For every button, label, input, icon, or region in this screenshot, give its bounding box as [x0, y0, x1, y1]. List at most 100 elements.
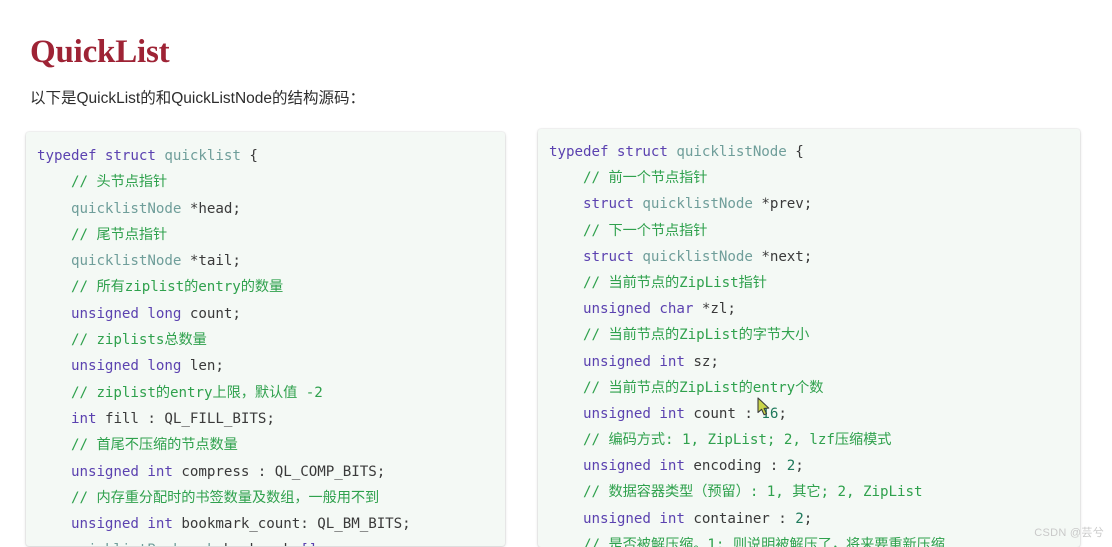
code-line: // 当前节点的ZipList的entry个数 [549, 375, 1080, 401]
code-token-kw: int [70, 410, 97, 427]
code-line: // 内存重分配时的书签数量及数组，一般用不到 [37, 485, 505, 511]
code-token-cmt: // 下一个节点指针 [582, 222, 708, 239]
code-token-kw: unsigned int [582, 510, 685, 527]
code-line: struct quicklistNode *next; [549, 244, 1080, 270]
code-token-pun: ; [266, 410, 275, 427]
code-token-brk: [] [300, 542, 317, 546]
code-line: // 所有ziplist的entry的数量 [37, 274, 505, 300]
code-line: // 尾节点指针 [37, 222, 505, 248]
code-token-id: QL_FILL_BITS [164, 410, 267, 427]
code-token-kw: unsigned int [70, 516, 173, 533]
code-line: // 前一个节点指针 [549, 165, 1080, 191]
code-token-pun [549, 249, 583, 265]
code-token-pun [549, 327, 583, 343]
code-token-pun [549, 301, 583, 317]
code-token-id: tail [198, 253, 233, 270]
code-token-pun [215, 542, 224, 546]
code-token-pun [693, 301, 702, 317]
code-token-pun [37, 516, 71, 532]
code-line: typedef struct quicklistNode { [549, 139, 1080, 165]
code-token-id: QL_BM_BITS [317, 516, 403, 533]
code-token-id: prev [769, 196, 804, 213]
code-token-pun [37, 174, 71, 190]
code-token-pun [37, 490, 71, 506]
code-token-id: bookmarks [224, 542, 300, 546]
code-token-id: sz [693, 353, 711, 370]
code-token-pun [37, 437, 71, 453]
code-token-pun [181, 306, 190, 322]
code-line: unsigned int container : 2; [549, 506, 1080, 532]
code-token-type: quicklistNode [70, 253, 182, 270]
code-token-pun [549, 354, 583, 370]
code-token-cmt: // 内存重分配时的书签数量及数组，一般用不到 [70, 489, 380, 506]
code-token-cmt: // ziplist的entry上限，默认值 -2 [70, 384, 323, 401]
code-line: // 当前节点的ZipList指针 [549, 270, 1080, 296]
code-token-pun [181, 201, 190, 217]
code-line: unsigned int count : 16; [549, 401, 1080, 427]
code-line: struct quicklistNode *prev; [549, 191, 1080, 217]
code-token-cmt: // 编码方式: 1, ZipList; 2, lzf压缩模式 [582, 432, 892, 449]
code-token-id: next [769, 248, 804, 265]
code-token-id: bookmark_count [181, 516, 301, 533]
code-line: int fill : QL_FILL_BITS; [37, 406, 505, 432]
code-token-pun [549, 380, 583, 396]
page-root: QuickList 以下是QuickList的和QuickListNode的结构… [0, 0, 1112, 547]
code-block-quicklistnode[interactable]: typedef struct quicklistNode { // 前一个节点指… [538, 129, 1080, 547]
code-token-pun: ; [803, 196, 813, 213]
code-token-id: compress [181, 463, 250, 480]
code-block-quicklist[interactable]: typedef struct quicklist { // 头节点指针 quic… [26, 132, 505, 546]
code-token-pun [181, 253, 190, 269]
code-token-pun: : [138, 410, 165, 427]
code-token-num: 16 [761, 405, 779, 422]
code-token-pun: ; [803, 248, 813, 265]
code-token-pun [37, 411, 71, 427]
code-token-type: quicklistNode [676, 144, 787, 160]
code-content-quicklistnode: typedef struct quicklistNode { // 前一个节点指… [549, 139, 1080, 547]
code-token-pun [37, 306, 71, 322]
code-token-id: zl [710, 301, 728, 318]
code-token-pun: ; [710, 353, 719, 370]
code-token-kw: unsigned long [70, 358, 182, 375]
code-token-pun [549, 406, 583, 422]
code-line: unsigned long count; [37, 301, 505, 327]
page-title: QuickList [30, 34, 170, 71]
code-line: unsigned int sz; [549, 349, 1080, 375]
code-line: // 下一个节点指针 [549, 218, 1080, 244]
code-token-pun [37, 332, 71, 348]
code-token-kw: unsigned char [582, 301, 694, 318]
code-line: // 是否被解压缩。1: 则说明被解压了，将来要重新压缩 [549, 532, 1080, 547]
code-token-type: quicklistNode [70, 200, 182, 217]
code-token-id: count [189, 305, 233, 322]
code-token-cmt: // 头节点指针 [70, 174, 168, 191]
code-token-pun: ; [232, 200, 241, 217]
code-line: // 数据容器类型（预留）: 1, 其它; 2, ZipList [549, 479, 1080, 505]
code-token-type: quicklistNode [642, 248, 753, 265]
intro-paragraph: 以下是QuickList的和QuickListNode的结构源码： [30, 89, 366, 107]
code-token-pun [37, 464, 71, 480]
code-content-quicklist: typedef struct quicklist { // 头节点指针 quic… [37, 143, 505, 546]
code-line: unsigned int bookmark_count: QL_BM_BITS; [37, 511, 505, 537]
code-token-id: fill [104, 410, 139, 427]
code-token-id: container [693, 510, 770, 527]
code-token-pun [37, 358, 71, 374]
code-token-pun [549, 432, 583, 448]
code-token-pun: : [769, 510, 796, 527]
code-line: // ziplists总数量 [37, 327, 505, 353]
code-token-pun [37, 385, 71, 401]
code-line: typedef struct quicklist { [37, 143, 505, 169]
code-token-cmt: // 首尾不压缩的节点数量 [70, 437, 238, 454]
code-token-cmt: // 尾节点指针 [70, 226, 168, 243]
code-line: unsigned int encoding : 2; [549, 453, 1080, 479]
code-token-kw: struct [582, 196, 634, 213]
code-token-pun [37, 227, 71, 243]
code-token-pun: { [240, 148, 258, 164]
code-token-kw: unsigned int [582, 458, 685, 475]
code-token-id: QL_COMP_BITS [274, 463, 377, 480]
code-token-type: quicklistBookmark [71, 542, 215, 546]
code-token-num: 2 [795, 510, 804, 527]
code-token-pun [37, 253, 71, 269]
code-token-type: quicklistNode [642, 196, 753, 213]
code-token-pun: : [300, 516, 318, 533]
code-line: quicklistNode *tail; [37, 248, 505, 274]
code-token-pun [96, 411, 105, 427]
